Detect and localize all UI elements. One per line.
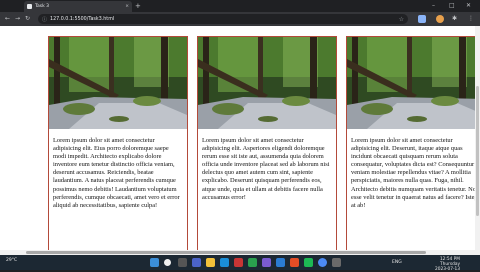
edge-icon[interactable] bbox=[220, 258, 229, 267]
card-image bbox=[198, 37, 336, 129]
close-window-button[interactable]: ✕ bbox=[466, 1, 471, 10]
tab-title: Task 3 bbox=[35, 4, 50, 9]
windows-taskbar: 29°C ENG 12:54 PM Thursday 2023-07-13 bbox=[0, 255, 480, 272]
vertical-scrollbar[interactable] bbox=[475, 26, 480, 255]
site-info-icon[interactable]: ⓘ bbox=[42, 16, 47, 23]
vscode-icon[interactable] bbox=[276, 258, 285, 267]
reload-button[interactable]: ↻ bbox=[25, 15, 30, 23]
chrome-icon[interactable] bbox=[318, 258, 327, 267]
app-icon[interactable] bbox=[234, 258, 243, 267]
minimize-button[interactable]: – bbox=[432, 1, 435, 10]
search-icon[interactable] bbox=[164, 259, 171, 266]
page-favicon-icon bbox=[27, 4, 32, 9]
tab-task3[interactable]: Task 3 × bbox=[24, 1, 132, 12]
tab-close-icon[interactable]: × bbox=[125, 4, 129, 9]
vertical-scroll-thumb[interactable] bbox=[476, 86, 479, 216]
app-icon[interactable] bbox=[290, 258, 299, 267]
back-button[interactable]: ← bbox=[5, 15, 10, 23]
content-card: Lorem ipsum dolor sit amet consectetur a… bbox=[48, 36, 188, 255]
card-text: Lorem ipsum dolor sit amet consectetur a… bbox=[351, 137, 480, 209]
extension-icon[interactable] bbox=[418, 15, 426, 23]
weather-widget[interactable]: 29°C bbox=[6, 258, 17, 263]
card-image bbox=[49, 37, 187, 129]
teams-icon[interactable] bbox=[192, 258, 201, 267]
file-explorer-icon[interactable] bbox=[206, 258, 215, 267]
content-card: Lorem ipsum dolor sit amet consectetur a… bbox=[346, 36, 480, 255]
browser-toolbar: ← → ↻ ⓘ 127.0.0.1:5500/Task3.html ☆ ✱ ⋮ bbox=[0, 12, 480, 26]
horizontal-scroll-thumb[interactable] bbox=[26, 251, 426, 254]
extensions-puzzle-icon[interactable]: ✱ bbox=[452, 15, 460, 23]
menu-kebab-icon[interactable]: ⋮ bbox=[468, 15, 476, 23]
content-card: Lorem ipsum dolor sit amet consectetur a… bbox=[197, 36, 337, 255]
new-tab-button[interactable]: + bbox=[135, 2, 141, 10]
profile-avatar-icon[interactable] bbox=[436, 15, 444, 23]
whatsapp-icon[interactable] bbox=[248, 258, 257, 267]
app-icon[interactable] bbox=[304, 258, 313, 267]
url-text: 127.0.0.1:5500/Task3.html bbox=[50, 16, 115, 22]
maximize-button[interactable]: □ bbox=[449, 1, 455, 10]
page-viewport: Lorem ipsum dolor sit amet consectetur a… bbox=[0, 26, 480, 255]
card-text: Lorem ipsum dolor sit amet consectetur a… bbox=[53, 137, 180, 209]
address-bar[interactable]: ⓘ 127.0.0.1:5500/Task3.html ☆ bbox=[38, 14, 408, 24]
card-image bbox=[347, 37, 480, 129]
bookmark-star-icon[interactable]: ☆ bbox=[399, 16, 404, 23]
language-indicator[interactable]: ENG bbox=[392, 260, 402, 265]
task-view-icon[interactable] bbox=[178, 258, 187, 267]
browser-tab-strip: Task 3 × + – □ ✕ bbox=[0, 0, 480, 12]
app-icon[interactable] bbox=[332, 258, 341, 267]
card-text: Lorem ipsum dolor sit amet consectetur a… bbox=[202, 137, 330, 201]
start-button-icon[interactable] bbox=[150, 258, 159, 267]
app-icon[interactable] bbox=[262, 258, 271, 267]
forward-button[interactable]: → bbox=[15, 15, 20, 23]
